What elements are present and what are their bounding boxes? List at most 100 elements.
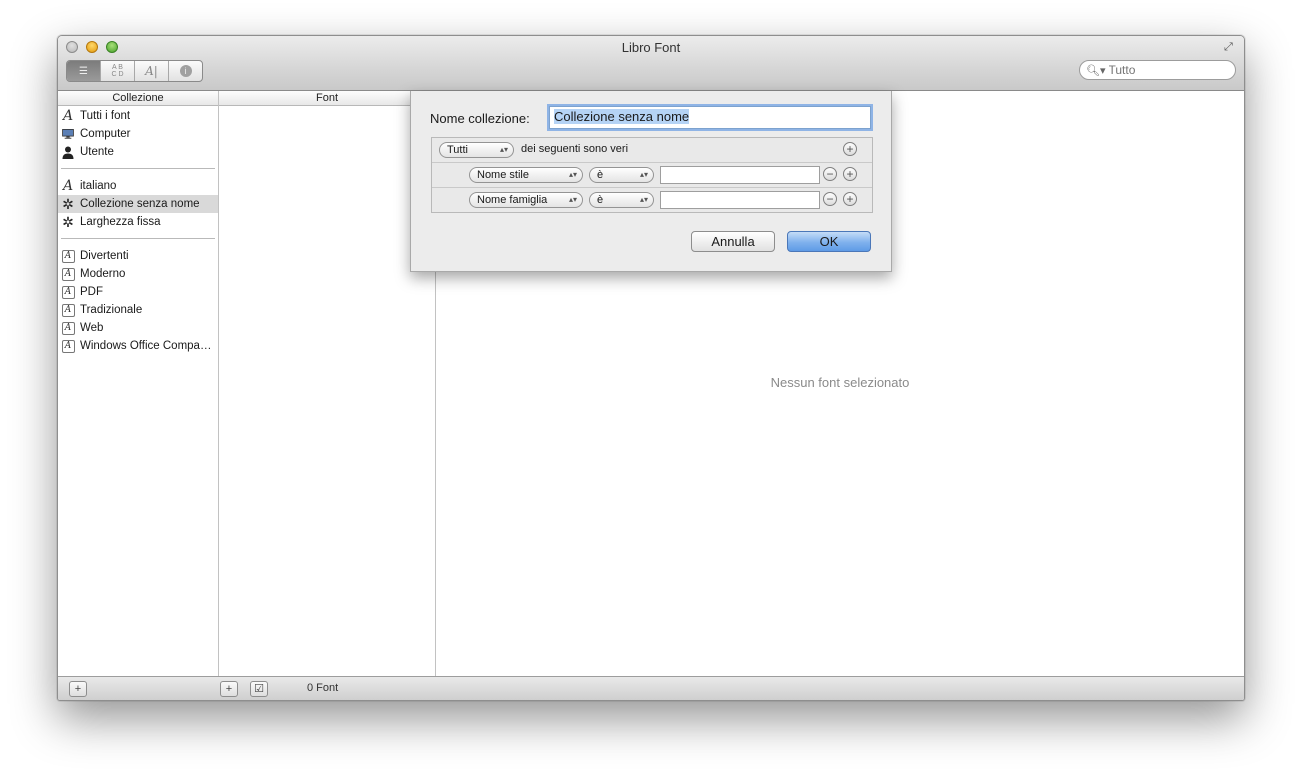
fullscreen-icon[interactable]: ⤢ bbox=[1224, 41, 1236, 53]
rule-operator-select[interactable]: è ▴▾ bbox=[589, 167, 654, 183]
collection-item-computer[interactable]: Computer bbox=[58, 125, 218, 143]
search-icon: 🔍︎▾ bbox=[1086, 64, 1106, 77]
collection-label: PDF bbox=[80, 286, 103, 298]
rule-value-input[interactable] bbox=[660, 166, 820, 184]
collection-label: Computer bbox=[80, 128, 131, 140]
window-title: Libro Font bbox=[621, 40, 681, 55]
font-collection-icon: A bbox=[61, 321, 75, 335]
collection-item-web[interactable]: A Web bbox=[58, 319, 218, 337]
search-field[interactable]: 🔍︎▾ bbox=[1079, 60, 1236, 80]
collection-item-tradizionale[interactable]: A Tradizionale bbox=[58, 301, 218, 319]
info-icon: i bbox=[179, 65, 192, 77]
minus-icon: − bbox=[826, 192, 834, 206]
plus-icon: + bbox=[846, 192, 854, 206]
stepper-arrows-icon: ▴▾ bbox=[639, 195, 648, 204]
list-icon: ☰ bbox=[79, 65, 88, 77]
collection-label: Windows Office Compa… bbox=[80, 340, 212, 352]
collection-label: Moderno bbox=[80, 268, 126, 280]
collections-header[interactable]: Collezione bbox=[58, 91, 218, 106]
separator bbox=[61, 238, 215, 239]
add-rule-button[interactable]: + bbox=[843, 167, 857, 181]
collection-item-fixed-width[interactable]: ✲ Larghezza fissa bbox=[58, 213, 218, 231]
rule-field-value: Nome famiglia bbox=[477, 194, 548, 206]
cancel-button[interactable]: Annulla bbox=[691, 231, 775, 252]
rule-row: Nome famiglia ▴▾ è ▴▾ − + bbox=[432, 188, 872, 212]
remove-rule-button[interactable]: − bbox=[823, 192, 837, 206]
font-collection-icon: A bbox=[61, 285, 75, 299]
plus-icon: + bbox=[846, 142, 854, 156]
stepper-arrows-icon: ▴▾ bbox=[568, 170, 577, 179]
checkbox-icon: ☑ bbox=[254, 683, 264, 695]
collection-item-all-fonts[interactable]: A Tutti i font bbox=[58, 107, 218, 125]
rule-field-select[interactable]: Nome famiglia ▴▾ bbox=[469, 192, 583, 208]
rule-value-input[interactable] bbox=[660, 191, 820, 209]
fonts-column: Font bbox=[219, 91, 436, 676]
collection-label: italiano bbox=[80, 180, 117, 192]
rule-field-select[interactable]: Nome stile ▴▾ bbox=[469, 167, 583, 183]
add-rule-button[interactable]: + bbox=[843, 192, 857, 206]
add-font-button[interactable]: + bbox=[220, 681, 238, 697]
match-type-select[interactable]: Tutti ▴▾ bbox=[439, 142, 514, 158]
ok-button[interactable]: OK bbox=[787, 231, 871, 252]
collection-label: Utente bbox=[80, 146, 114, 158]
no-font-selected-message: Nessun font selezionato bbox=[770, 375, 910, 390]
stepper-arrows-icon: ▴▾ bbox=[499, 145, 508, 154]
collection-label: Collezione senza nome bbox=[80, 198, 200, 210]
rule-operator-value: è bbox=[597, 169, 604, 181]
font-count: 0 Font bbox=[307, 682, 339, 694]
plus-icon: + bbox=[225, 683, 233, 695]
abcd-icon: A BC D bbox=[111, 64, 124, 78]
stepper-arrows-icon: ▴▾ bbox=[568, 195, 577, 204]
font-collection-icon: A bbox=[61, 267, 75, 281]
rule-row: Nome stile ▴▾ è ▴▾ − + bbox=[432, 163, 872, 188]
collection-item-pdf[interactable]: A PDF bbox=[58, 283, 218, 301]
collection-label: Divertenti bbox=[80, 250, 129, 262]
collection-name-field[interactable]: Collezione senza nome bbox=[549, 106, 871, 129]
font-script-icon: A bbox=[62, 108, 74, 124]
collection-item-user[interactable]: Utente bbox=[58, 143, 218, 161]
bottom-bar: + + ☑ 0 Font bbox=[58, 676, 1244, 700]
match-type-value: Tutti bbox=[447, 144, 468, 156]
font-collection-icon: A bbox=[61, 249, 75, 263]
font-script-icon: A bbox=[62, 178, 74, 194]
computer-icon bbox=[61, 127, 75, 141]
sample-view-button[interactable]: A| bbox=[135, 61, 169, 81]
collection-item-moderno[interactable]: A Moderno bbox=[58, 265, 218, 283]
rules-editor: Tutti ▴▾ dei seguenti sono veri + Nome s… bbox=[431, 137, 873, 213]
grid-view-button[interactable]: A BC D bbox=[101, 61, 135, 81]
collection-label: Tutti i font bbox=[80, 110, 131, 122]
separator bbox=[61, 168, 215, 169]
plus-icon: + bbox=[74, 683, 82, 695]
rule-field-value: Nome stile bbox=[477, 169, 529, 181]
collection-item-windows-office[interactable]: A Windows Office Compa… bbox=[58, 337, 218, 355]
collection-label: Larghezza fissa bbox=[80, 216, 161, 228]
plus-icon: + bbox=[846, 167, 854, 181]
add-collection-button[interactable]: + bbox=[69, 681, 87, 697]
search-input[interactable] bbox=[1108, 63, 1227, 77]
info-view-button[interactable]: i bbox=[169, 61, 202, 81]
collection-item-unnamed[interactable]: ✲ Collezione senza nome bbox=[58, 195, 218, 213]
match-rule-row: Tutti ▴▾ dei seguenti sono veri + bbox=[432, 138, 872, 163]
add-rule-button[interactable]: + bbox=[843, 142, 857, 156]
new-collection-sheet: Nome collezione: Collezione senza nome T… bbox=[410, 91, 892, 272]
collections-column: Collezione A Tutti i font Computer Utent… bbox=[58, 91, 219, 676]
view-mode-control: ☰ A BC D A| i bbox=[66, 60, 203, 82]
collection-item-italiano[interactable]: A italiano bbox=[58, 177, 218, 195]
remove-rule-button[interactable]: − bbox=[823, 167, 837, 181]
fonts-header[interactable]: Font bbox=[219, 91, 435, 106]
sample-text-icon: A| bbox=[145, 64, 158, 78]
gear-icon: ✲ bbox=[62, 196, 74, 212]
title-bar: Libro Font ⤢ ☰ A BC D A| i 🔍︎▾ bbox=[58, 36, 1244, 91]
list-view-button[interactable]: ☰ bbox=[67, 61, 101, 81]
collection-item-divertenti[interactable]: A Divertenti bbox=[58, 247, 218, 265]
collection-name-label: Nome collezione: bbox=[430, 111, 530, 126]
collection-name-value: Collezione senza nome bbox=[554, 109, 690, 124]
collection-label: Web bbox=[80, 322, 104, 334]
match-description: dei seguenti sono veri bbox=[521, 143, 629, 155]
rule-operator-select[interactable]: è ▴▾ bbox=[589, 192, 654, 208]
gear-icon: ✲ bbox=[62, 214, 74, 230]
user-icon bbox=[61, 145, 75, 159]
collection-label: Tradizionale bbox=[80, 304, 143, 316]
enable-font-button[interactable]: ☑ bbox=[250, 681, 268, 697]
rule-operator-value: è bbox=[597, 194, 604, 206]
